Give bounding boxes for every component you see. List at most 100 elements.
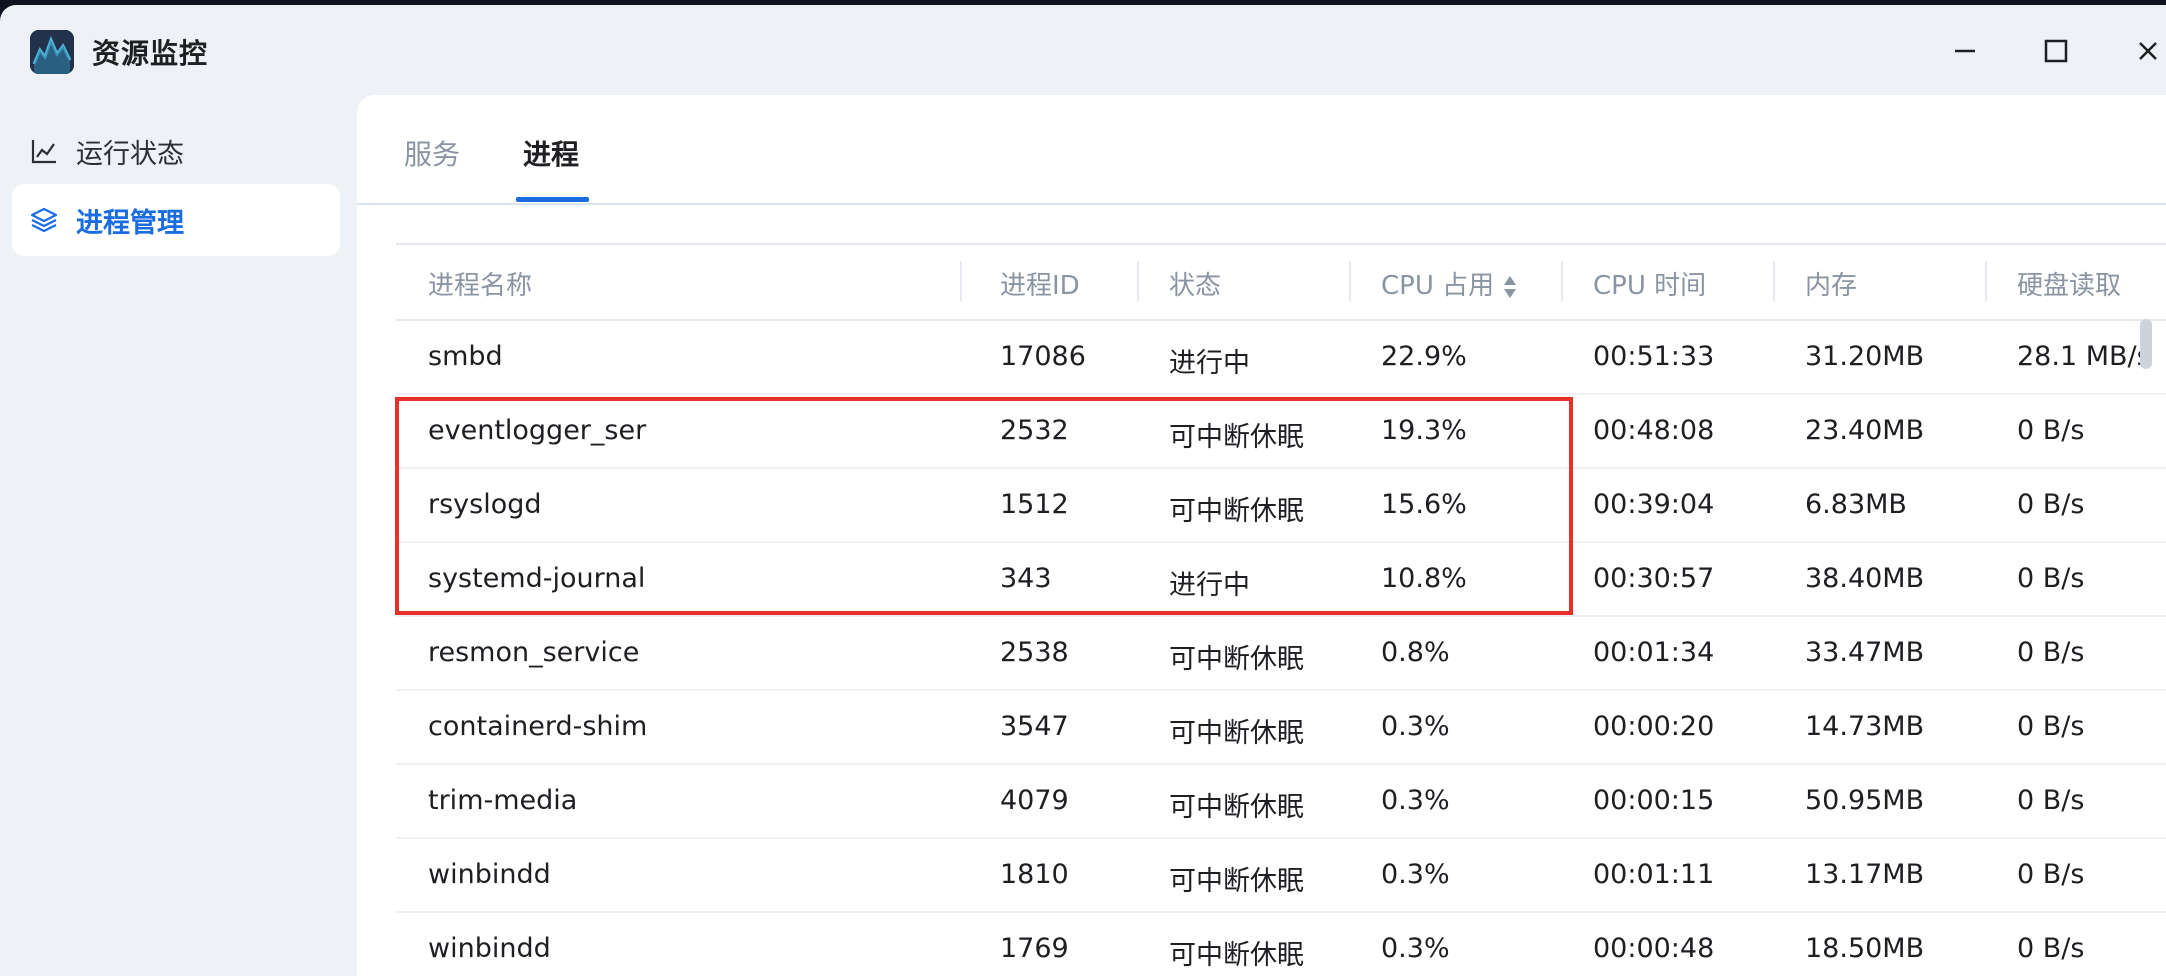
cell-cpu-time: 00:48:08 [1593, 415, 1715, 446]
minimize-icon [1955, 49, 1975, 53]
cell-disk-read: 28.1 MB/s [2017, 341, 2151, 372]
cell-memory: 23.40MB [1805, 415, 1925, 446]
table-row[interactable]: trim-media 4079 可中断休眠 0.3% 00:00:15 50.9… [396, 765, 2166, 839]
cell-memory: 14.73MB [1805, 711, 1925, 742]
table-row[interactable]: resmon_service 2538 可中断休眠 0.8% 00:01:34 … [396, 617, 2166, 691]
cell-cpu-usage: 0.3% [1381, 933, 1450, 964]
sidebar-item-label: 运行状态 [76, 138, 184, 170]
table-row[interactable]: winbindd 1769 可中断休眠 0.3% 00:00:48 18.50M… [396, 913, 2166, 976]
cell-memory: 33.47MB [1805, 637, 1925, 668]
column-divider[interactable] [1561, 261, 1563, 301]
cell-process-name: smbd [428, 341, 503, 372]
cell-cpu-time: 00:51:33 [1593, 341, 1715, 372]
close-button[interactable] [2128, 31, 2166, 71]
cell-pid: 17086 [1000, 341, 1086, 372]
cell-cpu-usage: 19.3% [1381, 415, 1467, 446]
cell-pid: 2538 [1000, 637, 1069, 668]
app-icon [30, 30, 74, 74]
minimize-button[interactable] [1945, 31, 1985, 71]
cell-process-name: eventlogger_ser [428, 415, 647, 446]
layers-icon [30, 206, 58, 234]
column-header-status[interactable]: 状态 [1169, 265, 1221, 302]
main-panel: 服务 进程 进程名称 进程ID 状态 CPU 占用 CPU 时间 内存 硬盘读取… [357, 95, 2166, 976]
table-header: 进程名称 进程ID 状态 CPU 占用 CPU 时间 内存 硬盘读取 [396, 243, 2166, 321]
table-row[interactable]: eventlogger_ser 2532 可中断休眠 19.3% 00:48:0… [396, 395, 2166, 469]
cell-status: 可中断休眠 [1169, 644, 1304, 675]
cell-status: 可中断休眠 [1169, 496, 1304, 527]
table-row[interactable]: containerd-shim 3547 可中断休眠 0.3% 00:00:20… [396, 691, 2166, 765]
app-title: 资源监控 [92, 37, 209, 70]
column-header-cpu-time[interactable]: CPU 时间 [1593, 265, 1706, 302]
tab-process[interactable]: 进程 [523, 133, 579, 173]
maximize-icon [2044, 39, 2068, 63]
cell-memory: 38.40MB [1805, 563, 1925, 594]
cell-disk-read: 0 B/s [2017, 785, 2085, 816]
cell-disk-read: 0 B/s [2017, 637, 2085, 668]
scrollbar-thumb[interactable] [2140, 319, 2152, 369]
cell-status: 进行中 [1169, 348, 1250, 379]
sidebar-item-status[interactable]: 运行状态 [12, 115, 340, 187]
column-divider[interactable] [1349, 261, 1351, 301]
cell-cpu-usage: 0.3% [1381, 785, 1450, 816]
cell-disk-read: 0 B/s [2017, 933, 2085, 964]
table-row[interactable]: rsyslogd 1512 可中断休眠 15.6% 00:39:04 6.83M… [396, 469, 2166, 543]
cell-disk-read: 0 B/s [2017, 563, 2085, 594]
cell-disk-read: 0 B/s [2017, 859, 2085, 890]
cell-cpu-usage: 15.6% [1381, 489, 1467, 520]
line-chart-icon [30, 137, 58, 165]
cell-process-name: rsyslogd [428, 489, 542, 520]
cell-disk-read: 0 B/s [2017, 711, 2085, 742]
cell-memory: 18.50MB [1805, 933, 1925, 964]
cell-memory: 31.20MB [1805, 341, 1925, 372]
cell-status: 可中断休眠 [1169, 866, 1304, 897]
cell-cpu-time: 00:30:57 [1593, 563, 1715, 594]
table-row[interactable]: winbindd 1810 可中断休眠 0.3% 00:01:11 13.17M… [396, 839, 2166, 913]
sidebar-item-process-management[interactable]: 进程管理 [12, 184, 340, 256]
cell-process-name: resmon_service [428, 637, 640, 668]
cell-process-name: systemd-journal [428, 563, 646, 594]
cell-cpu-usage: 0.3% [1381, 859, 1450, 890]
maximize-button[interactable] [2036, 31, 2076, 71]
column-header-process-name[interactable]: 进程名称 [428, 265, 532, 302]
column-header-pid[interactable]: 进程ID [1000, 265, 1080, 302]
column-divider[interactable] [960, 261, 962, 301]
cell-cpu-usage: 0.8% [1381, 637, 1450, 668]
cell-status: 可中断休眠 [1169, 792, 1304, 823]
cell-disk-read: 0 B/s [2017, 489, 2085, 520]
cell-pid: 2532 [1000, 415, 1069, 446]
column-header-label: CPU 占用 [1381, 271, 1495, 301]
column-divider[interactable] [1985, 261, 1987, 301]
cell-cpu-time: 00:00:15 [1593, 785, 1715, 816]
cell-cpu-time: 00:00:48 [1593, 933, 1715, 964]
cell-process-name: containerd-shim [428, 711, 648, 742]
active-tab-indicator [516, 197, 589, 202]
cell-cpu-usage: 10.8% [1381, 563, 1467, 594]
cell-status: 进行中 [1169, 570, 1250, 601]
cell-process-name: winbindd [428, 933, 551, 964]
process-table: 进程名称 进程ID 状态 CPU 占用 CPU 时间 内存 硬盘读取 smbd … [396, 243, 2166, 976]
cell-pid: 343 [1000, 563, 1052, 594]
tab-bar: 服务 进程 [357, 95, 2166, 205]
cell-pid: 4079 [1000, 785, 1069, 816]
cell-cpu-usage: 0.3% [1381, 711, 1450, 742]
cell-pid: 1769 [1000, 933, 1069, 964]
cell-memory: 50.95MB [1805, 785, 1925, 816]
column-divider[interactable] [1773, 261, 1775, 301]
sidebar-item-label: 进程管理 [76, 207, 184, 239]
app-window: 资源监控 运行状态 进程管理 服务 进程 进程名称 进程ID 状态 CPU 占用… [0, 5, 2166, 976]
table-row[interactable]: systemd-journal 343 进行中 10.8% 00:30:57 3… [396, 543, 2166, 617]
table-row[interactable]: smbd 17086 进行中 22.9% 00:51:33 31.20MB 28… [396, 321, 2166, 395]
title-bar: 资源监控 [0, 5, 2166, 95]
cell-cpu-time: 00:01:11 [1593, 859, 1715, 890]
cell-status: 可中断休眠 [1169, 940, 1304, 971]
tab-services[interactable]: 服务 [404, 133, 460, 173]
cell-process-name: winbindd [428, 859, 551, 890]
cell-cpu-usage: 22.9% [1381, 341, 1467, 372]
column-header-disk-read[interactable]: 硬盘读取 [2017, 265, 2121, 302]
cell-cpu-time: 00:01:34 [1593, 637, 1715, 668]
cell-disk-read: 0 B/s [2017, 415, 2085, 446]
cell-pid: 1512 [1000, 489, 1069, 520]
column-divider[interactable] [1137, 261, 1139, 301]
column-header-cpu-usage[interactable]: CPU 占用 [1381, 265, 1518, 302]
column-header-memory[interactable]: 内存 [1805, 265, 1857, 302]
